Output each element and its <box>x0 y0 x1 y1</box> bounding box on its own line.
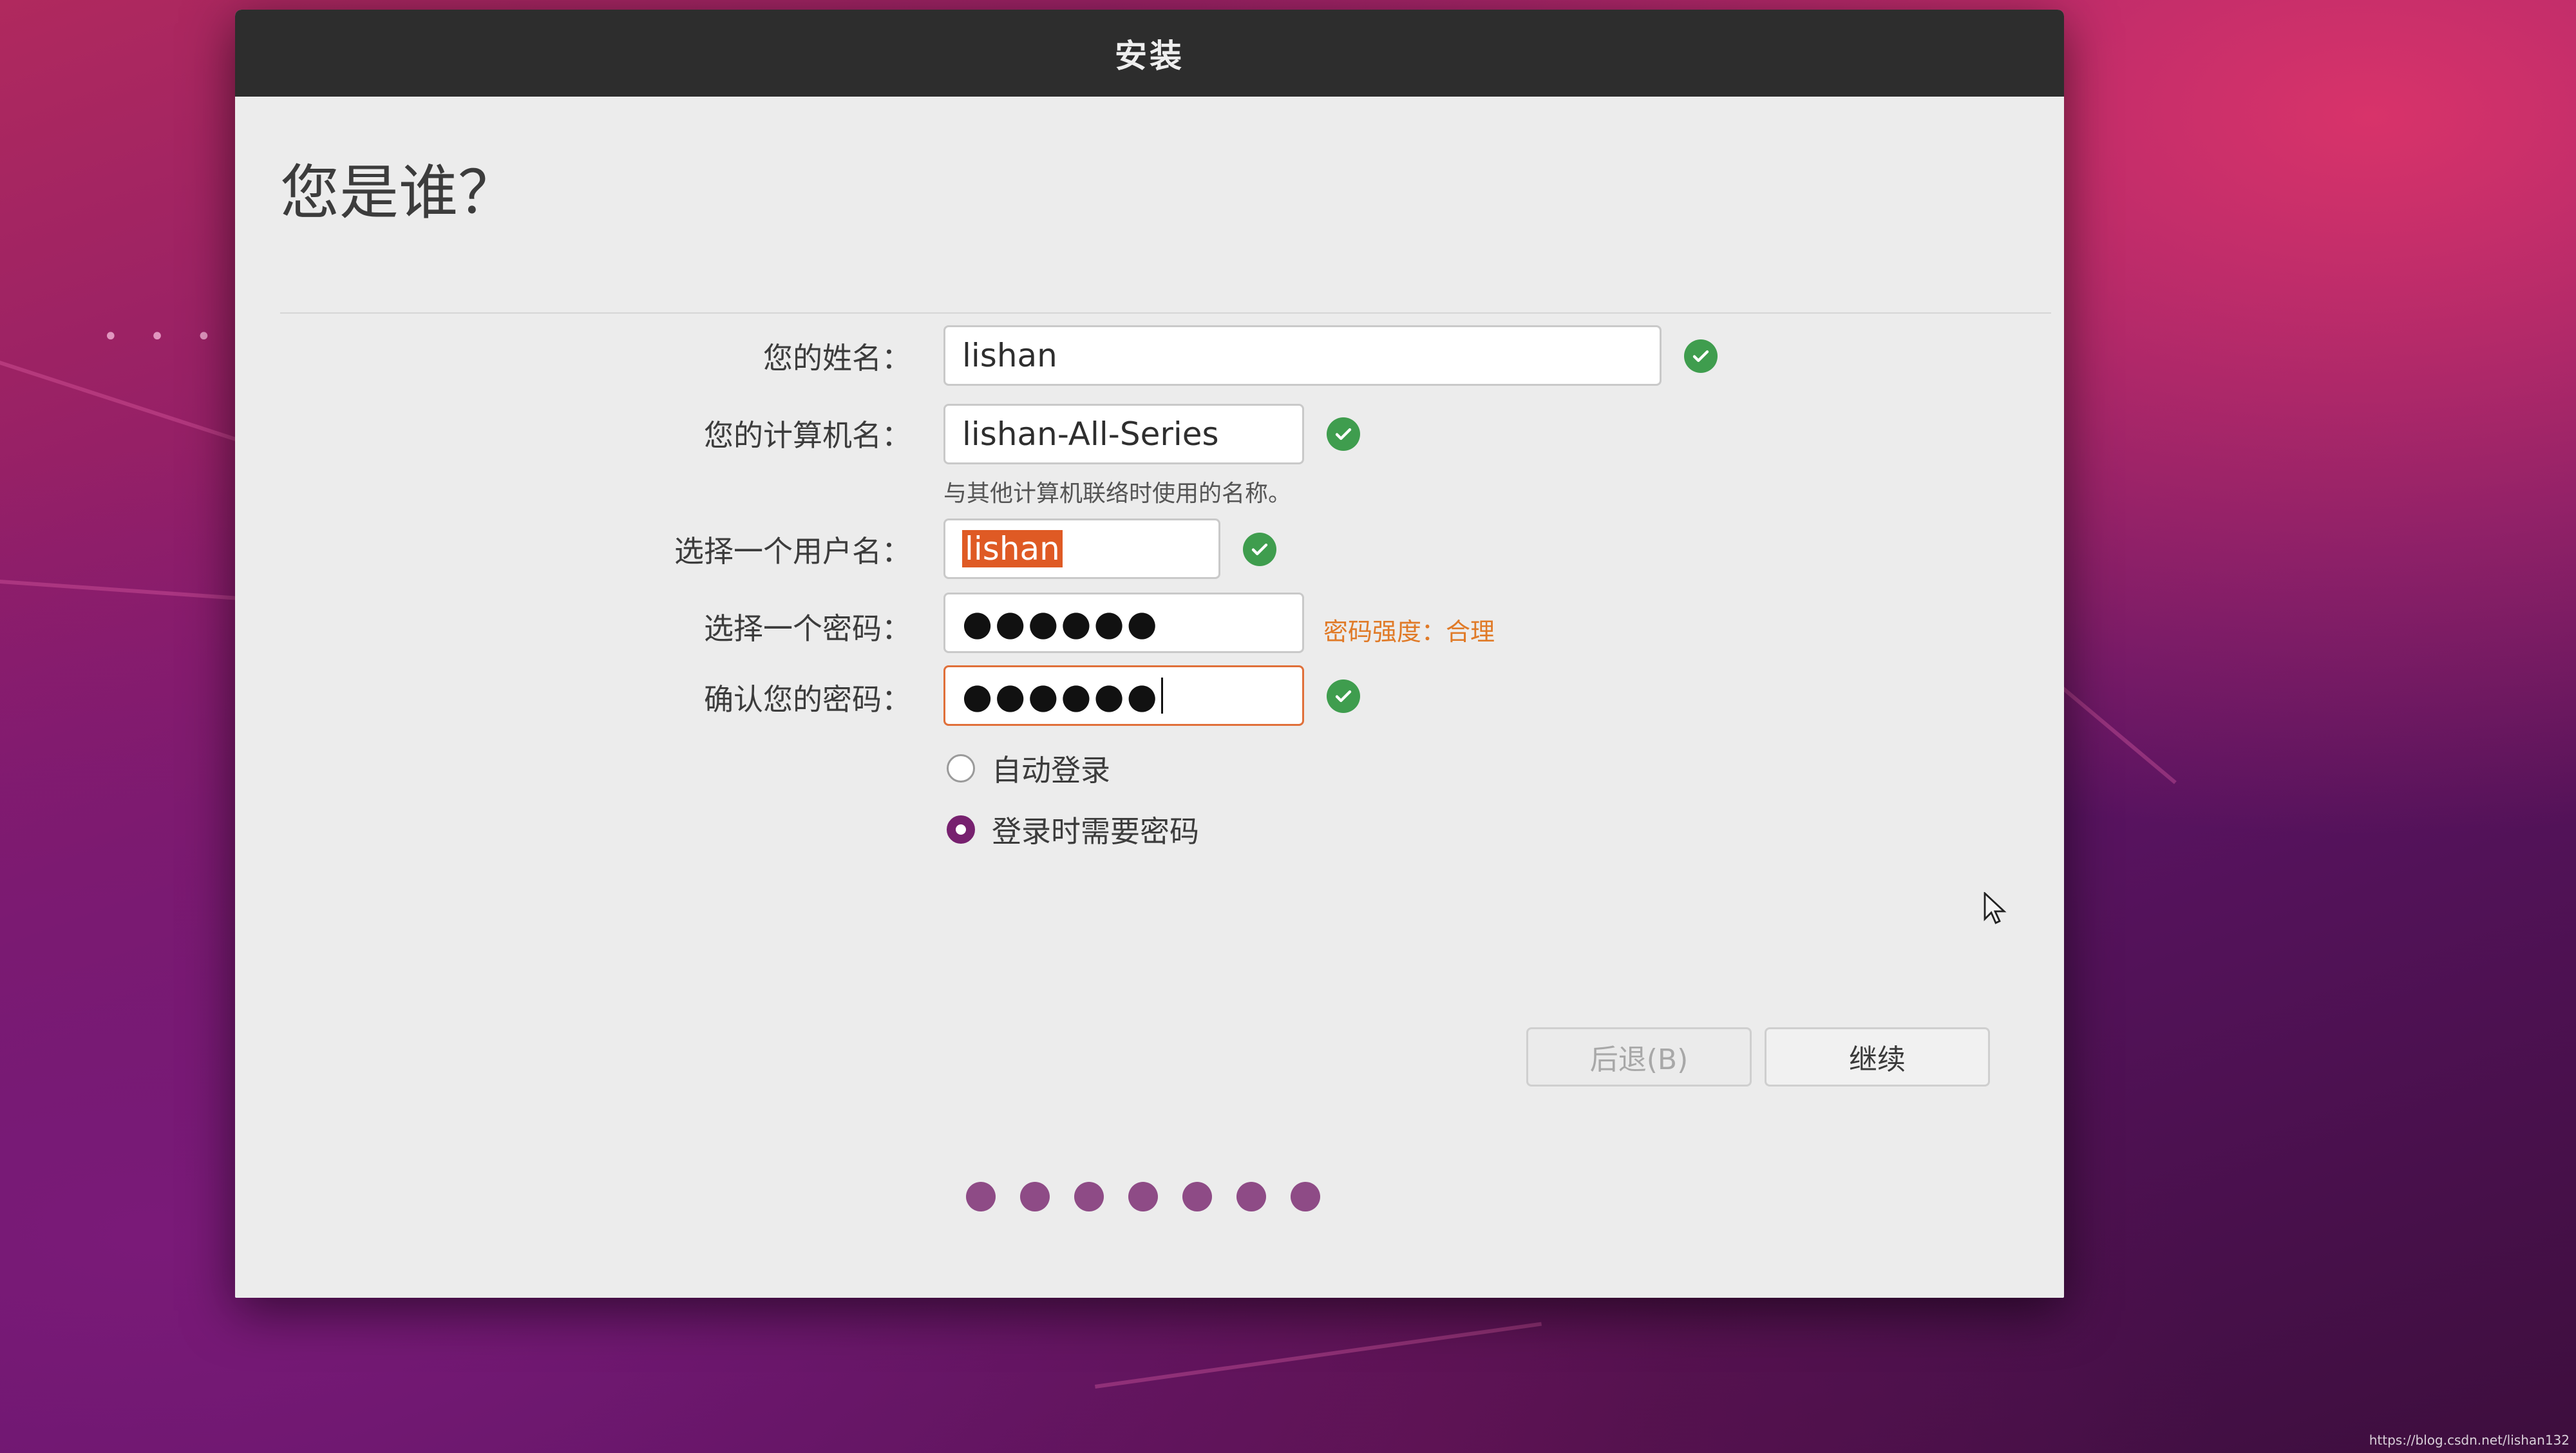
username-field[interactable]: lishan <box>943 518 1220 579</box>
computer-name-hint: 与其他计算机联络时使用的名称。 <box>943 480 1292 507</box>
wallpaper-line <box>0 361 258 448</box>
wallpaper-line <box>1095 1322 1542 1389</box>
progress-dot <box>1074 1182 1104 1211</box>
password-mask: ●●●●●● <box>962 602 1160 643</box>
confirm-password-mask: ●●●●●● <box>962 675 1160 716</box>
header-divider <box>280 312 2051 314</box>
text-caret <box>1160 678 1163 714</box>
name-valid-check-icon <box>1684 339 1718 373</box>
computer-name-label: 您的计算机名： <box>704 418 911 453</box>
progress-dot <box>1236 1182 1266 1211</box>
confirm-password-field[interactable]: ●●●●●● <box>943 665 1304 726</box>
computer-name-field[interactable]: lishan-All-Series <box>943 404 1304 464</box>
confirm-password-valid-check-icon <box>1327 679 1360 713</box>
progress-dot <box>966 1182 996 1211</box>
window-title: 安装 <box>1115 37 1184 75</box>
progress-dot <box>1020 1182 1050 1211</box>
confirm-password-label: 确认您的密码： <box>704 682 911 717</box>
auto-login-radio[interactable] <box>947 754 975 783</box>
password-strength: 密码强度：合理 <box>1323 618 1495 646</box>
computer-name-value: lishan-All-Series <box>962 415 1219 453</box>
mouse-pointer-icon <box>1984 891 2007 928</box>
require-password-radio[interactable] <box>947 815 975 844</box>
name-field[interactable]: lishan <box>943 325 1662 386</box>
password-label: 选择一个密码： <box>704 611 911 646</box>
wallpaper-line <box>0 580 245 601</box>
username-label: 选择一个用户名： <box>674 534 911 569</box>
name-label: 您的姓名： <box>763 341 911 375</box>
password-field[interactable]: ●●●●●● <box>943 593 1304 653</box>
window-titlebar[interactable]: 安装 <box>235 10 2064 97</box>
progress-dot <box>1291 1182 1320 1211</box>
page-title: 您是谁？ <box>280 158 518 227</box>
auto-login-option[interactable]: 自动登录 <box>947 747 1110 790</box>
continue-button[interactable]: 继续 <box>1765 1027 1990 1087</box>
install-progress <box>966 1182 1345 1211</box>
back-button[interactable]: 后退(B) <box>1526 1027 1752 1087</box>
require-password-label: 登录时需要密码 <box>992 814 1199 849</box>
progress-dot <box>1128 1182 1158 1211</box>
username-value: lishan <box>962 530 1063 567</box>
username-valid-check-icon <box>1243 533 1276 566</box>
require-password-option[interactable]: 登录时需要密码 <box>947 808 1199 851</box>
radio-selected-dot <box>956 824 966 835</box>
installer-window: 安装 您是谁？ 您的姓名： lishan 您的计算机名： lishan-All-… <box>235 10 2064 1298</box>
watermark: https://blog.csdn.net/lishan132 <box>2369 1432 2570 1448</box>
auto-login-label: 自动登录 <box>992 753 1110 788</box>
progress-dot <box>1182 1182 1212 1211</box>
name-value: lishan <box>962 337 1057 374</box>
computer-name-valid-check-icon <box>1327 417 1360 451</box>
